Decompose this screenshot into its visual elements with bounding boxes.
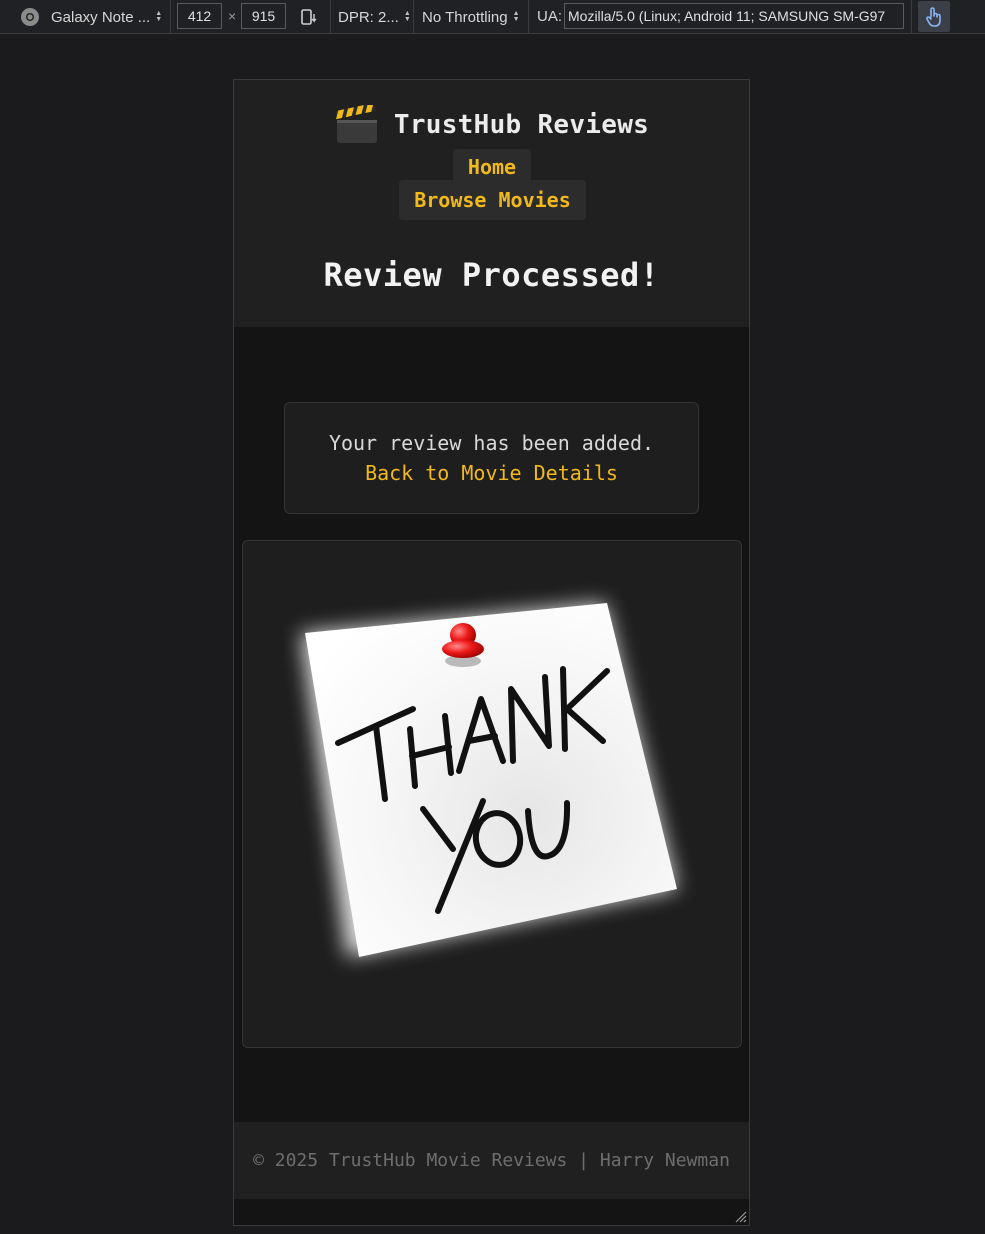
resize-grip-icon[interactable] bbox=[733, 1209, 747, 1223]
height-input[interactable]: 915 bbox=[241, 3, 286, 29]
chrome-icon bbox=[21, 8, 39, 26]
device-toolbar: Galaxy Note ... ▲ ▼ 412 × 915 DPR: 2... ▲… bbox=[0, 0, 985, 34]
thank-you-note-image bbox=[301, 603, 677, 957]
touch-emulation-button[interactable] bbox=[918, 1, 950, 32]
throttling-label: No Throttling bbox=[422, 8, 508, 26]
width-input[interactable]: 412 bbox=[177, 3, 222, 29]
chevron-updown-icon: ▲ ▼ bbox=[403, 10, 411, 23]
site-footer: © 2025 TrustHub Movie Reviews | Harry Ne… bbox=[234, 1122, 749, 1199]
device-select[interactable]: Galaxy Note ... ▲ ▼ bbox=[20, 0, 163, 34]
page-title: Review Processed! bbox=[323, 256, 660, 294]
confirmation-message: Your review has been added. bbox=[328, 431, 655, 455]
rotate-button[interactable] bbox=[299, 0, 319, 34]
site-header: TrustHub Reviews Home Browse Movies Revi… bbox=[234, 80, 749, 327]
clapperboard-icon bbox=[335, 105, 377, 143]
device-name: Galaxy Note ... bbox=[51, 8, 151, 26]
nav-browse-movies-link[interactable]: Browse Movies bbox=[399, 180, 586, 220]
brand[interactable]: TrustHub Reviews bbox=[234, 98, 749, 152]
confirmation-card: Your review has been added. Back to Movi… bbox=[284, 402, 699, 514]
dpr-select[interactable]: DPR: 2... ▲ ▼ bbox=[338, 0, 411, 34]
rotate-device-icon bbox=[301, 9, 317, 25]
throttling-select[interactable]: No Throttling ▲ ▼ bbox=[422, 0, 520, 34]
back-to-movie-details-link[interactable]: Back to Movie Details bbox=[285, 461, 698, 485]
user-agent-input[interactable]: Mozilla/5.0 (Linux; Android 11; SAMSUNG … bbox=[564, 3, 904, 29]
chevron-updown-icon: ▲ ▼ bbox=[512, 10, 520, 23]
ua-label: UA: bbox=[537, 8, 563, 25]
touch-pointer-icon bbox=[926, 6, 941, 27]
chevron-updown-icon: ▲ ▼ bbox=[155, 10, 163, 23]
footer-copyright: © 2025 TrustHub Movie Reviews | Harry Ne… bbox=[253, 1150, 730, 1171]
device-viewport: TrustHub Reviews Home Browse Movies Revi… bbox=[233, 79, 750, 1226]
dimension-separator: × bbox=[228, 8, 237, 24]
dpr-label: DPR: 2... bbox=[338, 8, 399, 26]
thank-you-image-card bbox=[242, 540, 742, 1048]
brand-name: TrustHub Reviews bbox=[393, 110, 650, 140]
